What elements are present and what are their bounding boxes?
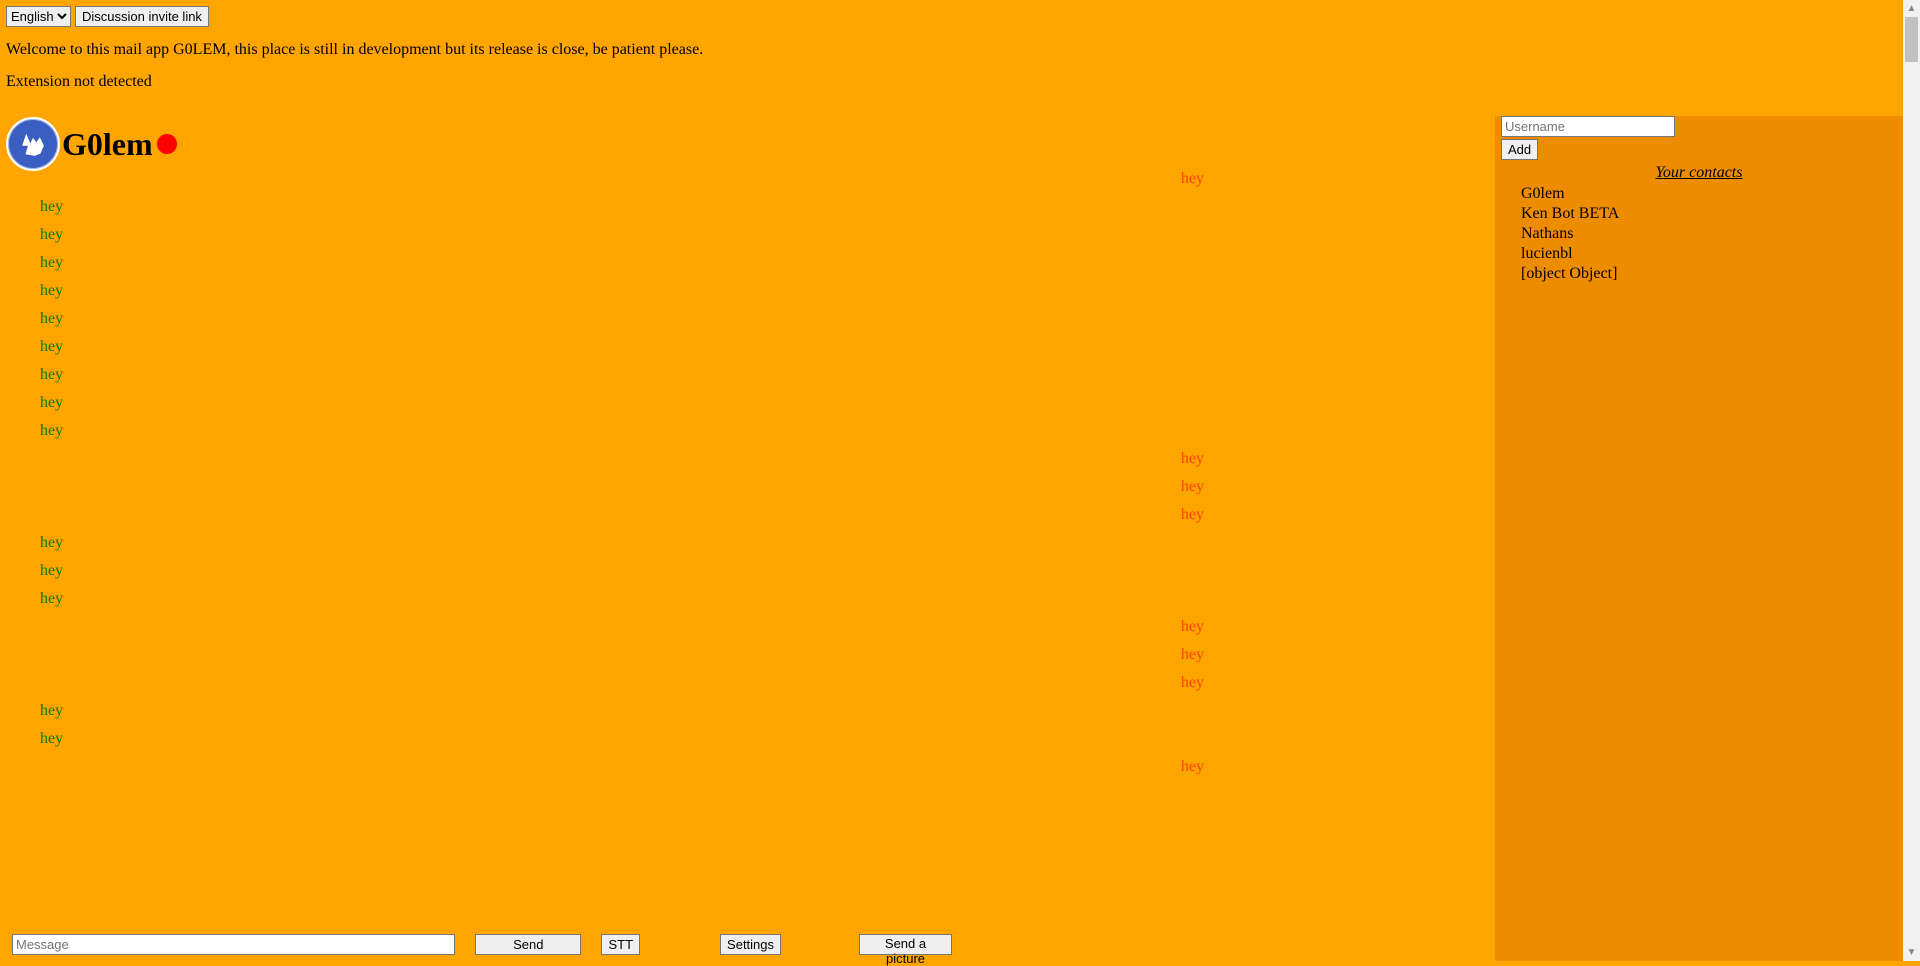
message-received: hey (40, 646, 1204, 674)
discussion-invite-button[interactable]: Discussion invite link (75, 6, 209, 27)
send-picture-button[interactable]: Send a picture (859, 934, 952, 955)
message-sent: hey (40, 562, 1204, 590)
message-text: hey (1181, 478, 1204, 496)
message-text: hey (40, 730, 63, 748)
message-sent: hey (40, 226, 1204, 254)
avatar (6, 117, 60, 171)
messages-area: hey hey hey hey hey hey hey hey hey hey hey hey hey h… (0, 170, 1244, 931)
message-sent: hey (40, 254, 1204, 282)
message-sent: hey (40, 534, 1204, 562)
message-text: hey (1181, 758, 1204, 776)
message-input[interactable] (12, 934, 455, 955)
contact-item[interactable]: [object Object] (1521, 264, 1897, 284)
message-text: hey (40, 254, 63, 272)
scroll-up-arrow[interactable]: ▲ (1903, 0, 1920, 17)
extension-status: Extension not detected (0, 59, 1920, 91)
message-text: hey (40, 198, 63, 216)
message-text: hey (40, 562, 63, 580)
send-button[interactable]: Send (475, 934, 581, 955)
message-text: hey (40, 702, 63, 720)
message-sent: hey (40, 198, 1204, 226)
message-text: hey (1181, 450, 1204, 468)
username-input[interactable] (1501, 116, 1675, 137)
message-received: hey (40, 450, 1204, 478)
message-received: hey (40, 618, 1204, 646)
message-received: hey (40, 478, 1204, 506)
message-text: hey (1181, 170, 1204, 188)
message-text: hey (40, 394, 63, 412)
settings-button[interactable]: Settings (720, 934, 781, 955)
scroll-down-arrow[interactable]: ▼ (1903, 944, 1920, 961)
contact-item[interactable]: G0lem (1521, 184, 1897, 204)
message-sent: hey (40, 366, 1204, 394)
message-sent: hey (40, 702, 1204, 730)
message-sent: hey (40, 282, 1204, 310)
message-text: hey (40, 534, 63, 552)
message-text: hey (40, 282, 63, 300)
message-text: hey (40, 338, 63, 356)
message-sent: hey (40, 730, 1204, 758)
wolf-icon (16, 127, 50, 161)
message-received: hey (40, 170, 1204, 198)
message-text: hey (1181, 674, 1204, 692)
message-text: hey (40, 366, 63, 384)
scrollbar[interactable]: ▲ ▼ (1903, 0, 1920, 961)
contact-item[interactable]: Ken Bot BETA (1521, 204, 1897, 224)
stt-button[interactable]: STT (601, 934, 640, 955)
scrollbar-thumb[interactable] (1905, 17, 1918, 62)
message-text: hey (1181, 506, 1204, 524)
contacts-panel: Add Your contacts G0lemKen Bot BETANatha… (1495, 116, 1903, 961)
welcome-text: Welcome to this mail app G0LEM, this pla… (0, 27, 1920, 59)
contact-item[interactable]: Nathans (1521, 224, 1897, 244)
message-received: hey (40, 674, 1204, 702)
message-text: hey (1181, 646, 1204, 664)
message-sent: hey (40, 590, 1204, 618)
message-received: hey (40, 758, 1204, 786)
language-select[interactable]: English (6, 6, 71, 27)
message-sent: hey (40, 310, 1204, 338)
message-sent: hey (40, 394, 1204, 422)
message-text: hey (40, 590, 63, 608)
contacts-title: Your contacts (1501, 164, 1897, 182)
status-indicator (157, 134, 177, 154)
message-text: hey (40, 226, 63, 244)
message-text: hey (40, 310, 63, 328)
message-sent: hey (40, 422, 1204, 450)
chat-title: G0lem (62, 126, 153, 163)
message-text: hey (40, 422, 63, 440)
add-contact-button[interactable]: Add (1501, 139, 1538, 160)
contact-item[interactable]: lucienbl (1521, 244, 1897, 264)
message-sent: hey (40, 338, 1204, 366)
message-text: hey (1181, 618, 1204, 636)
message-received: hey (40, 506, 1204, 534)
